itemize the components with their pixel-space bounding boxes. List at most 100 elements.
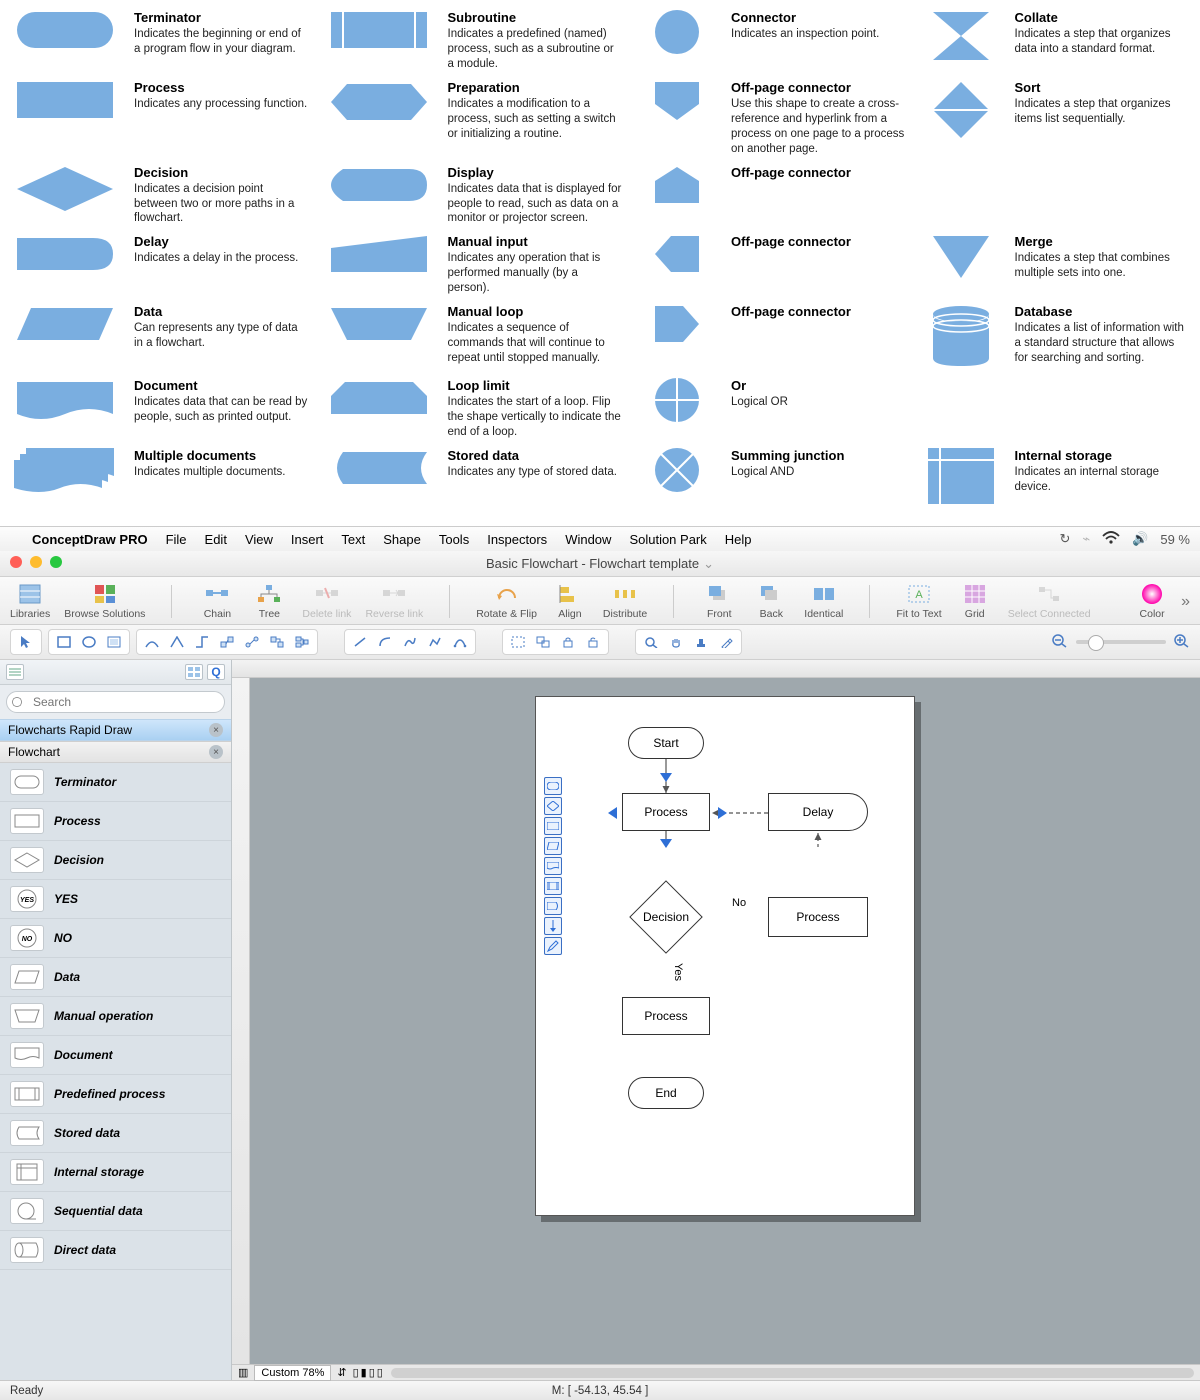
rd-process-icon[interactable] xyxy=(544,817,562,835)
menu-text[interactable]: Text xyxy=(341,532,365,547)
lib-item-data[interactable]: Data xyxy=(0,958,231,997)
bezier-tool[interactable] xyxy=(449,632,471,652)
zoom-window-button[interactable] xyxy=(50,556,62,568)
line-tool[interactable] xyxy=(349,632,371,652)
node-decision[interactable]: Decision xyxy=(629,880,703,954)
toolbar-overflow-icon[interactable]: » xyxy=(1181,593,1190,611)
unlock-tool[interactable] xyxy=(582,632,604,652)
menu-tools[interactable]: Tools xyxy=(439,532,469,547)
ellipse-tool[interactable] xyxy=(78,632,100,652)
rd-data-icon[interactable] xyxy=(544,837,562,855)
hint-arrow-icon[interactable] xyxy=(660,839,672,848)
identical-button[interactable]: Identical xyxy=(804,583,843,620)
front-button[interactable]: Front xyxy=(700,583,738,620)
lib-item-direct-data[interactable]: Direct data xyxy=(0,1231,231,1270)
node-process-3[interactable]: Process xyxy=(622,997,710,1035)
connector-tool-6[interactable] xyxy=(266,632,288,652)
connector-tool-4[interactable] xyxy=(216,632,238,652)
canvas-scroll[interactable]: Start Process Delay Decision Process Pro… xyxy=(250,678,1200,1364)
title-dropdown-icon[interactable]: ⌄ xyxy=(703,556,714,572)
menu-inspectors[interactable]: Inspectors xyxy=(487,532,547,547)
rect-tool[interactable] xyxy=(53,632,75,652)
horizontal-ruler[interactable] xyxy=(232,660,1200,678)
libraries-button[interactable]: Libraries xyxy=(10,583,50,620)
panel-view-list-icon[interactable] xyxy=(6,664,24,680)
zoom-out-icon[interactable] xyxy=(1052,634,1068,651)
connector-tool-7[interactable] xyxy=(291,632,313,652)
rd-delay-icon[interactable] xyxy=(544,897,562,915)
menu-shape[interactable]: Shape xyxy=(383,532,421,547)
eyedropper-tool[interactable] xyxy=(715,632,737,652)
browse-solutions-button[interactable]: Browse Solutions xyxy=(64,583,145,620)
lib-item-stored-data[interactable]: Stored data xyxy=(0,1114,231,1153)
node-end[interactable]: End xyxy=(628,1077,704,1109)
library-header-rapid-draw[interactable]: Flowcharts Rapid Draw × xyxy=(0,719,231,741)
align-button[interactable]: Align xyxy=(551,583,589,620)
hint-arrow-icon[interactable] xyxy=(660,773,672,782)
spline-tool[interactable] xyxy=(399,632,421,652)
close-library-icon[interactable]: × xyxy=(209,723,223,737)
tree-button[interactable]: Tree xyxy=(250,583,288,620)
volume-icon[interactable]: 🔊 xyxy=(1132,531,1148,547)
rd-arrow-icon[interactable] xyxy=(544,917,562,935)
page-nav[interactable]: ▯▮▯▯ xyxy=(353,1366,385,1379)
connector-tool-1[interactable] xyxy=(141,632,163,652)
select-connected-button[interactable]: Select Connected xyxy=(1008,583,1091,620)
panel-view-grid-icon[interactable] xyxy=(185,664,203,680)
menu-insert[interactable]: Insert xyxy=(291,532,324,547)
connector-tool-3[interactable] xyxy=(191,632,213,652)
menu-solution-park[interactable]: Solution Park xyxy=(629,532,706,547)
node-process-1[interactable]: Process xyxy=(622,793,710,831)
zoom-tool[interactable] xyxy=(640,632,662,652)
menu-file[interactable]: File xyxy=(166,532,187,547)
polyline-tool[interactable] xyxy=(424,632,446,652)
library-search-input[interactable] xyxy=(6,691,225,713)
lib-item-decision[interactable]: Decision xyxy=(0,841,231,880)
minimize-window-button[interactable] xyxy=(30,556,42,568)
text-box-tool[interactable] xyxy=(103,632,125,652)
lib-item-no[interactable]: NONO xyxy=(0,919,231,958)
connector-tool-2[interactable] xyxy=(166,632,188,652)
node-delay[interactable]: Delay xyxy=(768,793,868,831)
back-button[interactable]: Back xyxy=(752,583,790,620)
document-title[interactable]: Basic Flowchart - Flowchart template xyxy=(486,556,699,571)
grid-button[interactable]: Grid xyxy=(956,583,994,620)
menu-window[interactable]: Window xyxy=(565,532,611,547)
hint-arrow-icon[interactable] xyxy=(718,807,727,819)
stamp-tool[interactable] xyxy=(690,632,712,652)
rotate-flip-button[interactable]: Rotate & Flip xyxy=(476,583,537,620)
rd-document-icon[interactable] xyxy=(544,857,562,875)
arc-tool[interactable] xyxy=(374,632,396,652)
close-library-icon[interactable]: × xyxy=(209,745,223,759)
distribute-button[interactable]: Distribute xyxy=(603,583,647,620)
zoom-stepper-icon[interactable]: ⇵ xyxy=(337,1366,346,1379)
lib-item-manual-operation[interactable]: Manual operation xyxy=(0,997,231,1036)
library-header-flowchart[interactable]: Flowchart × xyxy=(0,741,231,763)
panel-search-icon[interactable]: Q xyxy=(207,664,225,680)
delete-link-button[interactable]: Delete link xyxy=(302,583,351,620)
rd-subroutine-icon[interactable] xyxy=(544,877,562,895)
lib-item-yes[interactable]: YESYES xyxy=(0,880,231,919)
group-tool[interactable] xyxy=(507,632,529,652)
horizontal-scrollbar[interactable] xyxy=(391,1368,1194,1378)
lib-item-predefined-process[interactable]: Predefined process xyxy=(0,1075,231,1114)
lib-item-internal-storage[interactable]: Internal storage xyxy=(0,1153,231,1192)
ungroup-tool[interactable] xyxy=(532,632,554,652)
lib-item-sequential-data[interactable]: Sequential data xyxy=(0,1192,231,1231)
lib-item-document[interactable]: Document xyxy=(0,1036,231,1075)
pan-tool[interactable] xyxy=(665,632,687,652)
chain-button[interactable]: Chain xyxy=(198,583,236,620)
app-name[interactable]: ConceptDraw PRO xyxy=(32,532,148,547)
rd-decision-icon[interactable] xyxy=(544,797,562,815)
close-window-button[interactable] xyxy=(10,556,22,568)
menu-help[interactable]: Help xyxy=(725,532,752,547)
wifi-icon[interactable] xyxy=(1102,531,1120,548)
fit-to-text-button[interactable]: A Fit to Text xyxy=(896,583,941,620)
zoom-in-icon[interactable] xyxy=(1174,634,1190,651)
canvas-page[interactable]: Start Process Delay Decision Process Pro… xyxy=(535,696,915,1216)
node-process-2[interactable]: Process xyxy=(768,897,868,937)
hint-arrow-icon[interactable] xyxy=(608,807,617,819)
rd-terminator-icon[interactable] xyxy=(544,777,562,795)
bluetooth-icon[interactable]: ⌁ xyxy=(1082,531,1090,547)
pointer-tool[interactable] xyxy=(15,632,37,652)
